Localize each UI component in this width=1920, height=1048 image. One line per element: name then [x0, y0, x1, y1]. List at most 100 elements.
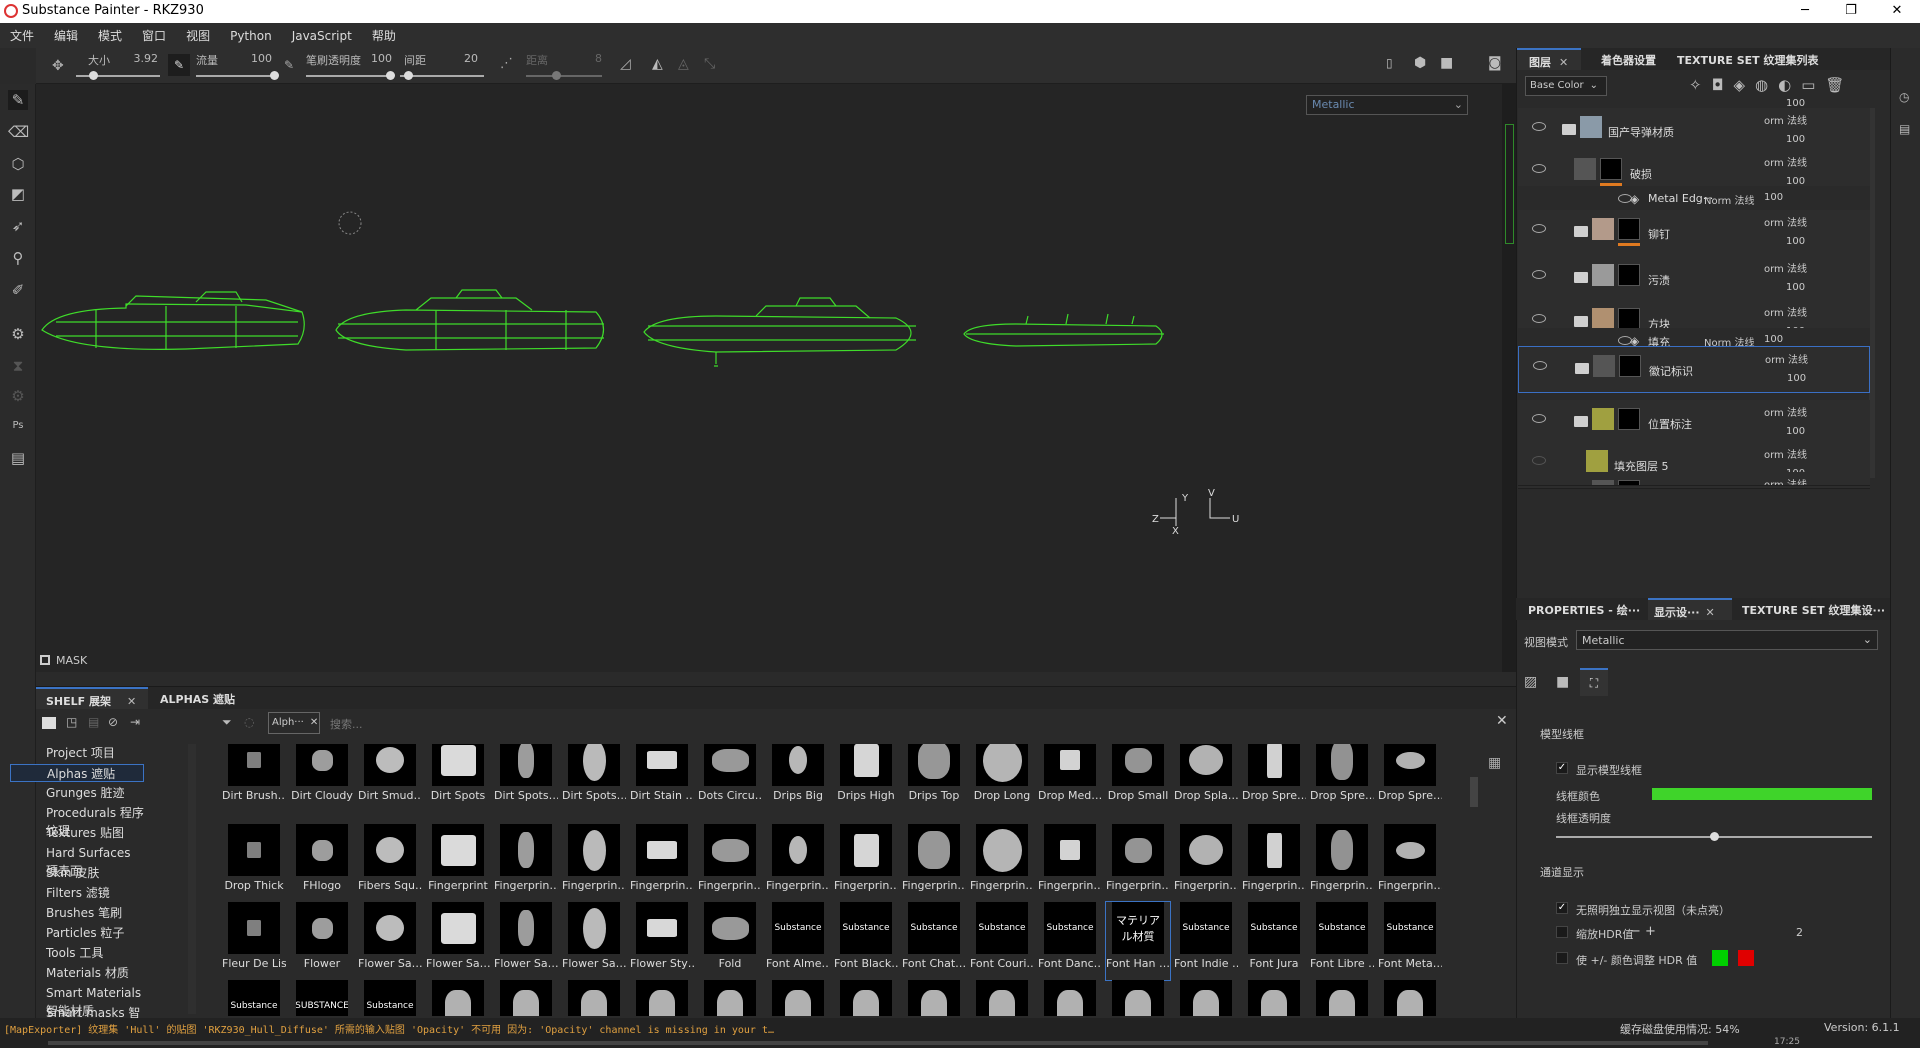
shelf-category-item[interactable]: Procedurals 程序纹理 [10, 804, 144, 838]
layer-opacity[interactable]: 100 [1764, 192, 1783, 203]
alpha-thumbnail[interactable]: Fingerprin… [630, 824, 694, 902]
alpha-thumbnail[interactable]: Substance Font Meta… [1378, 902, 1442, 980]
alpha-thumbnail[interactable]: Fingerprin… [1242, 824, 1306, 902]
transform-icon[interactable]: ⤡ [704, 56, 715, 72]
close-icon[interactable]: ✕ [310, 717, 318, 728]
environment-icon[interactable]: ▨ [1524, 674, 1537, 690]
size-slider-knob[interactable] [88, 71, 98, 80]
alpha-thumbnail[interactable] [1310, 980, 1374, 1016]
folder-icon[interactable] [1574, 416, 1588, 427]
alpha-thumbnail[interactable]: Flower Sa… [426, 902, 490, 980]
alpha-thumbnail[interactable]: Dirt Stain … [630, 744, 694, 812]
close-icon[interactable]: ✕ [1559, 56, 1568, 69]
alpha-thumbnail[interactable] [698, 980, 762, 1016]
alpha-thumbnail[interactable] [494, 980, 558, 1016]
menu-mode[interactable]: 模式 [98, 27, 122, 44]
layer-opacity[interactable]: 100 [1786, 134, 1805, 145]
add-effect-icon[interactable]: ✧ [1689, 76, 1712, 94]
delete-layer-icon[interactable]: 🗑 [1825, 76, 1854, 94]
shelf-category-item[interactable]: Textures 贴图 [10, 824, 144, 842]
alpha-thumbnail[interactable]: Dirt Spots [426, 744, 490, 812]
shelf-scrollbar[interactable] [1470, 777, 1478, 807]
layer-thumbnail[interactable] [1592, 264, 1614, 286]
layer-blend-mode[interactable]: orm 法线 [1764, 112, 1807, 127]
color-picker-icon[interactable]: ✐ [8, 280, 28, 300]
settings-gear-icon[interactable]: ⚙ [8, 386, 28, 406]
alpha-thumbnail[interactable]: SUBSTANCE [290, 980, 354, 1016]
camera-settings-icon[interactable]: ■ [1556, 674, 1569, 690]
add-paint-layer-icon[interactable]: ◍ [1755, 76, 1778, 94]
add-fill-layer-icon[interactable]: ◈ [1733, 76, 1755, 94]
tab-properties[interactable]: PROPERTIES - 绘··· [1528, 602, 1640, 618]
layer-thumbnail[interactable] [1593, 355, 1615, 377]
layer-opacity[interactable]: 100 [1786, 98, 1805, 109]
alpha-thumbnail[interactable]: Fingerprin… [902, 824, 966, 902]
menu-javascript[interactable]: JavaScript [292, 29, 352, 43]
history-icon[interactable]: ◷ [1899, 90, 1909, 104]
alpha-thumbnail[interactable]: Drop Long [970, 744, 1034, 812]
brush-preset-icon[interactable]: ✥ [52, 58, 64, 74]
alpha-thumbnail[interactable]: Substance Font Black… [834, 902, 898, 980]
alpha-thumbnail[interactable]: Fingerprin… [834, 824, 898, 902]
layer-name[interactable]: 破损 [1630, 166, 1652, 182]
layer-blend-mode[interactable]: orm 法线 [1764, 304, 1807, 319]
alpha-thumbnail[interactable]: Drop Thick [222, 824, 286, 902]
alpha-thumbnail[interactable]: Flower [290, 902, 354, 980]
alpha-thumbnail[interactable] [1106, 980, 1170, 1016]
alpha-thumbnail[interactable] [1174, 980, 1238, 1016]
wire-opacity-slider-knob[interactable] [1710, 832, 1719, 841]
layer-visibility-eye-icon[interactable] [1532, 122, 1546, 131]
camera-icon[interactable]: ■ [1440, 55, 1453, 71]
layer-visibility-eye-icon[interactable] [1532, 224, 1546, 233]
spacing-value[interactable]: 20 [438, 52, 478, 65]
layer-blend-mode[interactable]: orm 法线 [1764, 404, 1807, 419]
hdr-green-swatch[interactable] [1712, 950, 1728, 966]
hdr-stepper[interactable]: − + [1630, 924, 1656, 939]
clear-search-icon[interactable]: ✕ [1496, 713, 1508, 729]
layer-opacity[interactable]: 100 [1787, 373, 1806, 384]
alpha-thumbnail[interactable]: Flower Sa… [494, 902, 558, 980]
shelf-category-item[interactable]: Skin 皮肤 [10, 864, 144, 882]
hide-icon[interactable]: ⊘ [108, 715, 118, 729]
alpha-thumbnail[interactable]: Drop Spre… [1378, 744, 1442, 812]
layer-mask-thumbnail[interactable] [1600, 158, 1622, 180]
bottom-scroll-track[interactable] [48, 1041, 1708, 1045]
menu-view[interactable]: 视图 [186, 27, 210, 44]
alpha-thumbnail[interactable]: Fingerprin… [766, 824, 830, 902]
eraser-icon[interactable]: ⌫ [8, 122, 29, 142]
lazy-mouse-icon[interactable]: ⋰ [500, 56, 513, 71]
display-2d3d-icon[interactable]: ▯ [1386, 56, 1393, 70]
alpha-thumbnail[interactable]: マテリアル材質 Font Han … [1105, 901, 1171, 981]
scale-hdr-value[interactable]: 2 [1796, 926, 1803, 939]
layer-visibility-eye-icon[interactable] [1532, 314, 1546, 323]
alpha-thumbnail[interactable] [562, 980, 626, 1016]
alpha-thumbnail[interactable]: Drop Med… [1038, 744, 1102, 812]
layer-row[interactable]: ◈ Metal Edg··· Norm 法线 100 [1518, 186, 1870, 212]
alpha-thumbnail[interactable]: Fingerprin… [1038, 824, 1102, 902]
alpha-thumbnail[interactable] [766, 980, 830, 1016]
tab-layers[interactable]: 图层 ✕ [1517, 48, 1581, 70]
layer-mask-thumbnail[interactable] [1618, 480, 1640, 485]
import-icon[interactable]: ⇥ [130, 715, 140, 729]
layer-opacity[interactable]: 100 [1786, 236, 1805, 247]
alpha-thumbnail[interactable]: Flower Sa… [562, 902, 626, 980]
alpha-thumbnail[interactable]: Dirt Cloudy [290, 744, 354, 812]
layer-row[interactable]: 徽记标识 orm 法线 100 [1518, 346, 1870, 393]
layer-opacity[interactable]: 100 [1786, 426, 1805, 437]
folder-icon[interactable] [42, 717, 56, 729]
alpha-thumbnail[interactable]: Drop Small [1106, 744, 1170, 812]
folder-icon[interactable] [1574, 226, 1588, 237]
save-icon[interactable]: ▤ [88, 715, 99, 729]
alpha-thumbnail[interactable]: Fingerprin… [1378, 824, 1442, 902]
alpha-thumbnail[interactable]: Fingerprin… [970, 824, 1034, 902]
unlit-checkbox[interactable]: ✓ [1556, 902, 1568, 914]
scale-hdr-checkbox[interactable] [1556, 926, 1568, 938]
alpha-thumbnail[interactable]: Substance Font Indie … [1174, 902, 1238, 980]
tab-shelf[interactable]: SHELF 展架 ✕ [36, 687, 148, 709]
distance-slider-knob[interactable] [552, 71, 562, 80]
alpha-thumbnail[interactable]: Drips High [834, 744, 898, 812]
shelf-category-item[interactable]: Project 项目 [10, 744, 144, 762]
view-cube-icon[interactable]: ⬢ [1414, 55, 1426, 71]
alpha-thumbnail[interactable]: FHlogo [290, 824, 354, 902]
alpha-thumbnail[interactable] [834, 980, 898, 1016]
